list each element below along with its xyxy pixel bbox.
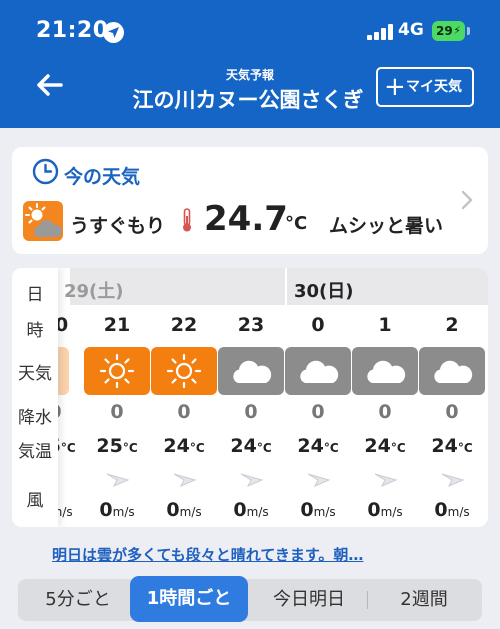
wind-cell: 0m/s xyxy=(233,499,269,521)
wind-direction-icon xyxy=(285,468,351,490)
wind-direction-icon xyxy=(352,468,418,490)
status-time: 21:20 xyxy=(36,18,109,43)
row-label-temp: 気温 xyxy=(18,442,52,462)
status-bar: 21:20 4G 29 ⚡ xyxy=(0,0,500,58)
partly-cloudy-icon xyxy=(23,201,63,241)
add-my-weather-button[interactable]: + マイ天気 xyxy=(376,67,474,107)
row-label-precip: 降水 xyxy=(18,408,52,428)
tab-divider xyxy=(367,591,368,609)
hour-cell: 2 xyxy=(445,314,459,336)
tab-5min[interactable]: 5分ごと xyxy=(24,579,132,621)
wind-direction-icon xyxy=(218,468,284,490)
hourly-forecast-table[interactable]: 29(土) 30(日) 20 0 25°C 0m/s 21025°C0m/s22… xyxy=(12,268,488,527)
cloud-icon xyxy=(352,347,418,395)
signal-icon xyxy=(367,24,393,40)
current-weather-title: 今の天気 xyxy=(64,166,141,188)
current-temperature: 24.7 xyxy=(204,199,288,239)
clock-icon xyxy=(32,158,59,185)
precip-cell: 0 xyxy=(445,401,459,423)
wind-cell: 0m/s xyxy=(434,499,470,521)
tab-2weeks[interactable]: 2週間 xyxy=(370,579,478,621)
hour-cell: 23 xyxy=(237,314,265,336)
wind-cell: 0m/s xyxy=(367,499,403,521)
temp-cell: 24°C xyxy=(431,435,473,457)
battery-level: 29 xyxy=(436,24,453,38)
chevron-right-icon[interactable] xyxy=(461,190,473,210)
network-type: 4G xyxy=(398,20,424,40)
current-feel: ムシッと暑い xyxy=(329,215,444,237)
interval-tabs: 5分ごと 1時間ごと 今日明日 2週間 xyxy=(18,576,482,622)
wind-cell: 0m/s xyxy=(300,499,336,521)
temp-cell: 24°C xyxy=(163,435,205,457)
temp-cell: 25°C xyxy=(96,435,138,457)
forecast-summary-link[interactable]: 明日は雲が多くても段々と晴れてきます。朝… xyxy=(52,544,363,565)
wind-direction-icon xyxy=(419,468,485,490)
wind-cell: 0m/s xyxy=(166,499,202,521)
wind-cell: 0m/s xyxy=(99,499,135,521)
day-label: 29(土) xyxy=(64,281,124,302)
row-label-column: 日 時 天気 降水 気温 風 xyxy=(12,268,58,527)
temp-cell: 24°C xyxy=(230,435,272,457)
precip-cell: 0 xyxy=(378,401,392,423)
precip-cell: 0 xyxy=(244,401,258,423)
row-label-day: 日 xyxy=(26,285,44,305)
row-label-hour: 時 xyxy=(26,321,44,341)
thermometer-icon xyxy=(183,208,191,232)
precip-cell: 0 xyxy=(311,401,325,423)
day-band xyxy=(70,268,488,305)
hour-cell: 1 xyxy=(378,314,392,336)
tab-hourly[interactable]: 1時間ごと xyxy=(130,576,248,622)
current-temperature-unit: °C xyxy=(285,213,308,234)
row-label-weather: 天気 xyxy=(18,364,52,384)
cloud-icon xyxy=(419,347,485,395)
battery-tip xyxy=(467,27,470,35)
hour-cell: 0 xyxy=(311,314,325,336)
add-my-weather-label: マイ天気 xyxy=(406,79,462,95)
wind-direction-icon xyxy=(84,468,150,490)
battery-icon: 29 ⚡ xyxy=(432,21,465,41)
day-label: 30(日) xyxy=(294,281,354,302)
hour-cell: 21 xyxy=(103,314,131,336)
plus-icon: + xyxy=(384,72,406,102)
cloud-icon xyxy=(218,347,284,395)
charging-icon: ⚡ xyxy=(453,24,461,37)
precip-cell: 0 xyxy=(110,401,124,423)
cloud-icon xyxy=(285,347,351,395)
day-separator xyxy=(285,268,287,305)
temp-cell: 24°C xyxy=(364,435,406,457)
current-condition: うすぐもり xyxy=(70,215,166,237)
hour-cell: 22 xyxy=(170,314,198,336)
sun-icon xyxy=(151,347,217,395)
wind-direction-icon xyxy=(151,468,217,490)
location-arrow-icon xyxy=(103,22,124,43)
tab-today-tomorrow[interactable]: 今日明日 xyxy=(254,579,364,621)
temp-cell: 24°C xyxy=(297,435,339,457)
sun-icon xyxy=(84,347,150,395)
row-label-wind: 風 xyxy=(26,491,44,511)
precip-cell: 0 xyxy=(177,401,191,423)
header-bar: 21:20 4G 29 ⚡ 天気予報 江の川カヌー公園さくぎ + マイ天気 xyxy=(0,0,500,128)
